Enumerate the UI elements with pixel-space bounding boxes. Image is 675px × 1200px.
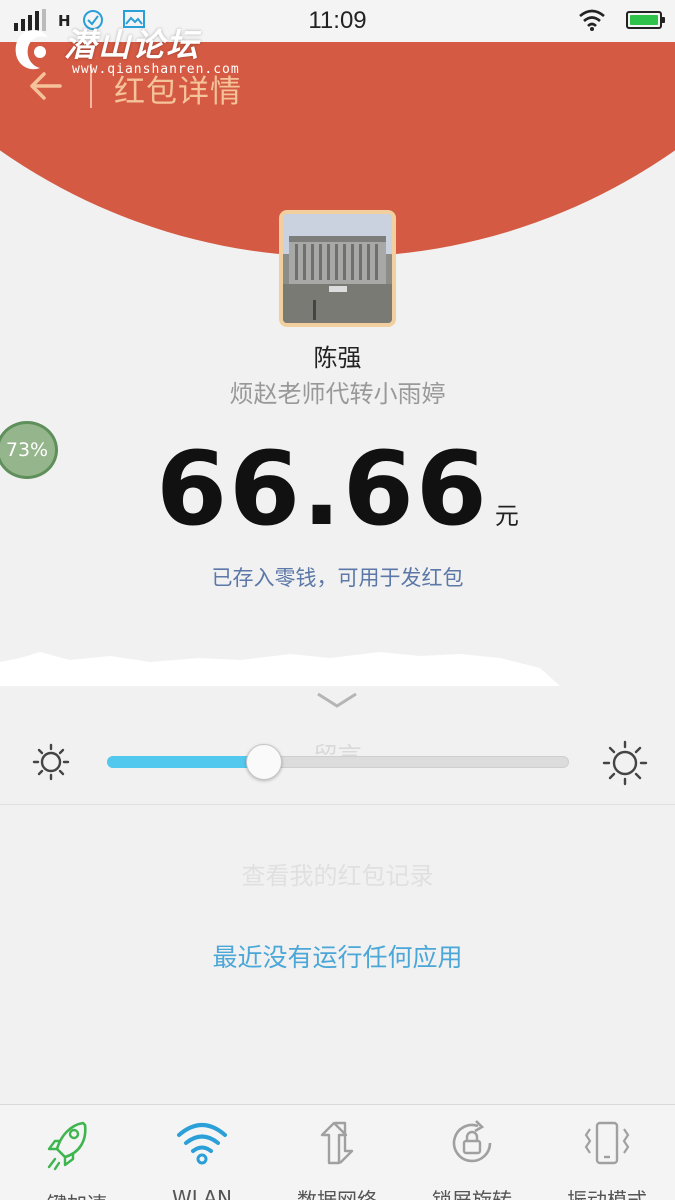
forum-watermark: 潜山论坛 www.qianshanren.com	[10, 18, 239, 80]
avatar-photo	[283, 214, 392, 323]
quick-toggle-bar: 一键加速 WLAN 数据网络 锁屏旋转 振动	[0, 1104, 675, 1200]
sender-name: 陈强	[313, 344, 362, 372]
toggle-wlan[interactable]: WLAN	[147, 1119, 257, 1200]
rotation-lock-icon	[452, 1120, 492, 1163]
chevron-down-icon[interactable]	[314, 690, 360, 712]
data-network-icon	[320, 1121, 354, 1165]
toggle-label: 一键加速	[12, 1189, 122, 1200]
toggle-label: WLAN	[171, 1186, 233, 1200]
vibrate-icon	[584, 1121, 630, 1165]
view-records-ghost: 查看我的红包记录	[241, 862, 434, 890]
brightness-slider-fill	[107, 756, 265, 768]
toggle-vibrate[interactable]: 振动模式	[552, 1119, 662, 1200]
wave-divider	[0, 652, 675, 688]
packet-amount: 66.66	[156, 430, 489, 549]
brightness-high-icon	[602, 740, 648, 786]
wifi-icon	[177, 1123, 227, 1165]
packet-message: 烦赵老师代转小雨婷	[229, 380, 446, 408]
watermark-logo-icon	[15, 30, 48, 70]
toggle-rotation-lock[interactable]: 锁屏旋转	[417, 1119, 527, 1200]
no-running-apps-text: 最近没有运行任何应用	[212, 943, 463, 972]
panel-divider	[0, 804, 675, 805]
watermark-url: www.qianshanren.com	[72, 62, 240, 77]
brightness-low-icon	[32, 743, 70, 781]
wifi-status-icon	[579, 9, 605, 31]
toggle-label: 锁屏旋转	[432, 1188, 512, 1200]
toggle-label: 振动模式	[567, 1188, 647, 1200]
sender-avatar[interactable]	[279, 210, 396, 327]
amount-unit: 元	[494, 502, 519, 530]
stored-to-change-link[interactable]: 已存入零钱，可用于发红包	[0, 562, 675, 592]
toggle-boost[interactable]: 一键加速	[12, 1119, 122, 1200]
toggle-label: 数据网络	[297, 1188, 377, 1200]
rocket-icon	[47, 1121, 87, 1171]
brightness-slider-thumb[interactable]	[246, 744, 283, 780]
watermark-name: 潜山论坛	[64, 26, 201, 64]
amount-row: 66.66 元	[0, 430, 675, 549]
battery-icon	[626, 11, 665, 29]
toggle-data-network[interactable]: 数据网络	[282, 1119, 392, 1200]
